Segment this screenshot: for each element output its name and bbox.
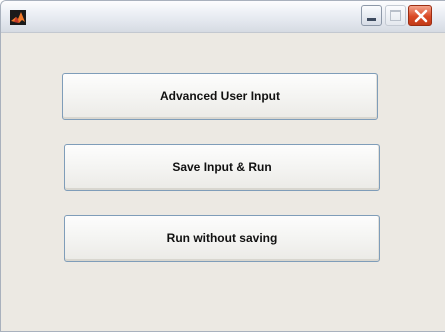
close-button[interactable] [408, 5, 432, 26]
maximize-icon [390, 10, 401, 21]
close-icon [414, 9, 428, 23]
save-input-and-run-button[interactable]: Save Input & Run [64, 144, 380, 191]
matlab-icon[interactable] [10, 10, 26, 25]
minimize-icon [367, 18, 376, 21]
advanced-user-input-button[interactable]: Advanced User Input [62, 73, 378, 120]
maximize-button[interactable] [385, 5, 406, 26]
figure-content: Advanced User Input Save Input & Run Run… [1, 33, 445, 331]
figure-window: Advanced User Input Save Input & Run Run… [0, 0, 445, 332]
title-bar[interactable] [1, 1, 445, 33]
minimize-button[interactable] [361, 5, 382, 26]
run-without-saving-button[interactable]: Run without saving [64, 215, 380, 262]
